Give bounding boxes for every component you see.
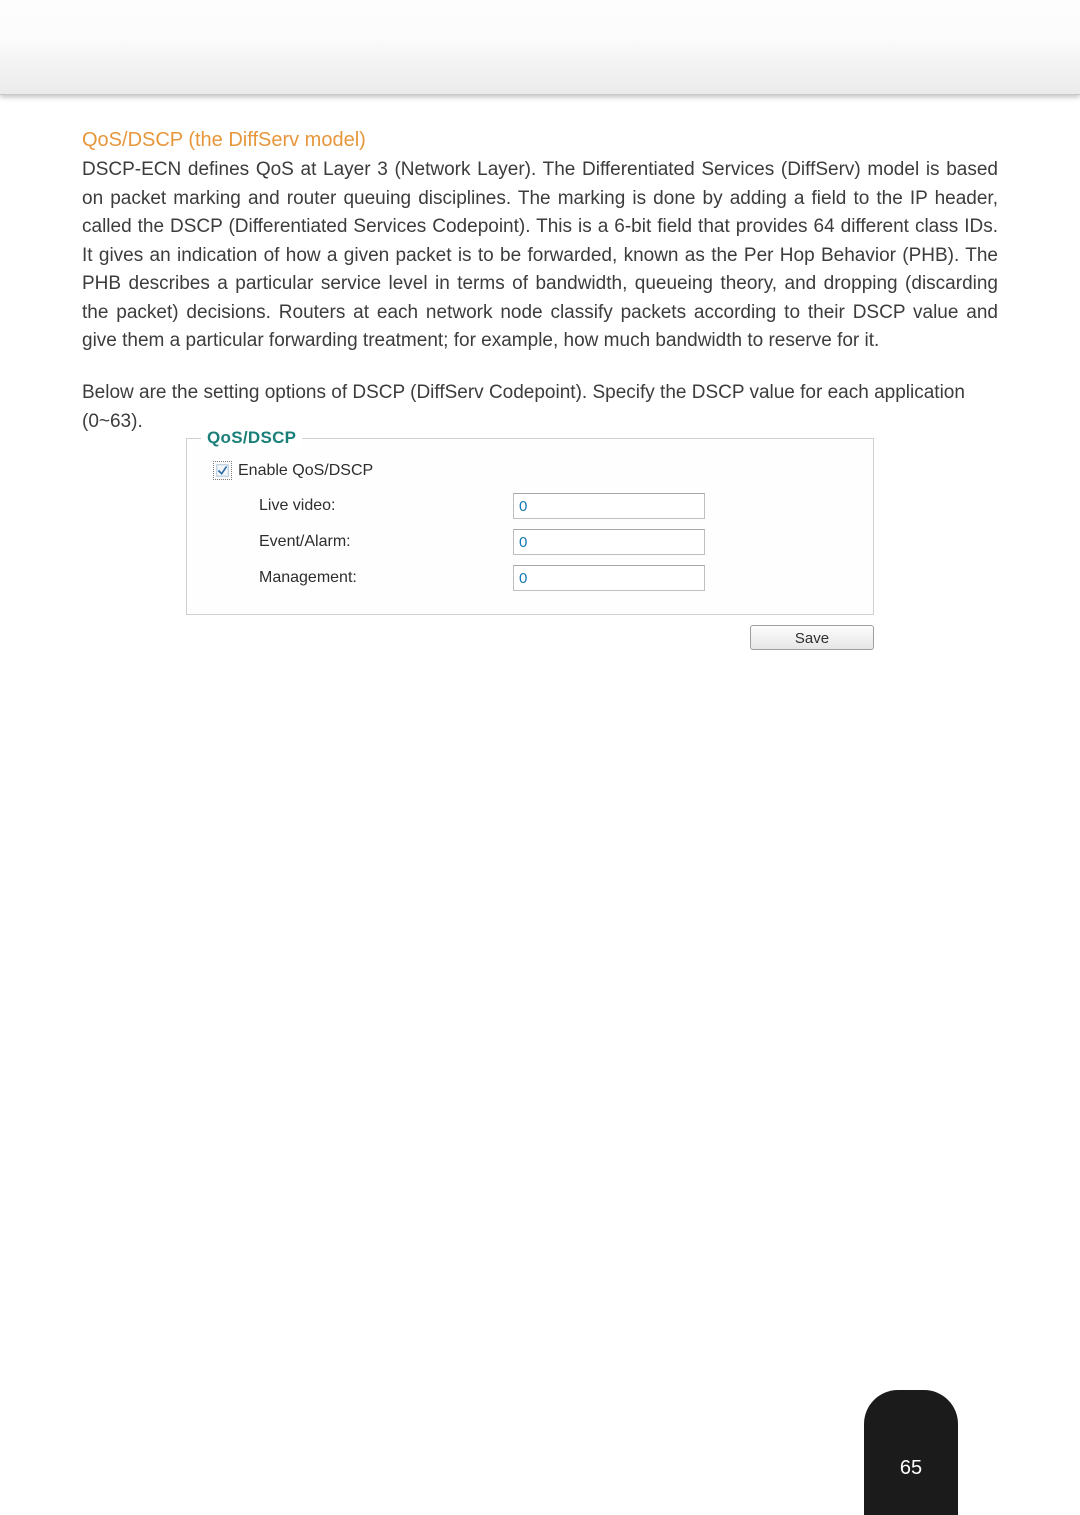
page-number-tab: 65 <box>864 1390 958 1515</box>
fieldset-legend: QoS/DSCP <box>201 428 302 448</box>
live-video-input[interactable] <box>513 493 705 519</box>
event-alarm-label: Event/Alarm: <box>221 533 513 551</box>
save-button[interactable]: Save <box>750 625 874 650</box>
page-content: QoS/DSCP (the DiffServ model) DSCP-ECN d… <box>0 95 1080 650</box>
management-input[interactable] <box>513 565 705 591</box>
live-video-row: Live video: <box>199 488 861 524</box>
enable-qos-label: Enable QoS/DSCP <box>238 462 373 480</box>
qos-dscp-fieldset: QoS/DSCP Enable QoS/DSCP Live video: Eve… <box>186 438 874 615</box>
event-alarm-input[interactable] <box>513 529 705 555</box>
page-header-band <box>0 0 1080 95</box>
enable-qos-checkbox[interactable] <box>213 461 232 480</box>
checkmark-icon <box>216 464 229 477</box>
management-row: Management: <box>199 560 861 596</box>
page-number: 65 <box>900 1457 922 1480</box>
section-heading: QoS/DSCP (the DiffServ model) <box>82 129 998 152</box>
management-label: Management: <box>221 569 513 587</box>
qos-dscp-panel: QoS/DSCP Enable QoS/DSCP Live video: Eve… <box>186 438 874 615</box>
paragraph-intro: DSCP-ECN defines QoS at Layer 3 (Network… <box>82 156 998 356</box>
live-video-label: Live video: <box>221 497 513 515</box>
enable-qos-row: Enable QoS/DSCP <box>199 447 861 488</box>
event-alarm-row: Event/Alarm: <box>199 524 861 560</box>
save-row: Save <box>186 615 874 650</box>
